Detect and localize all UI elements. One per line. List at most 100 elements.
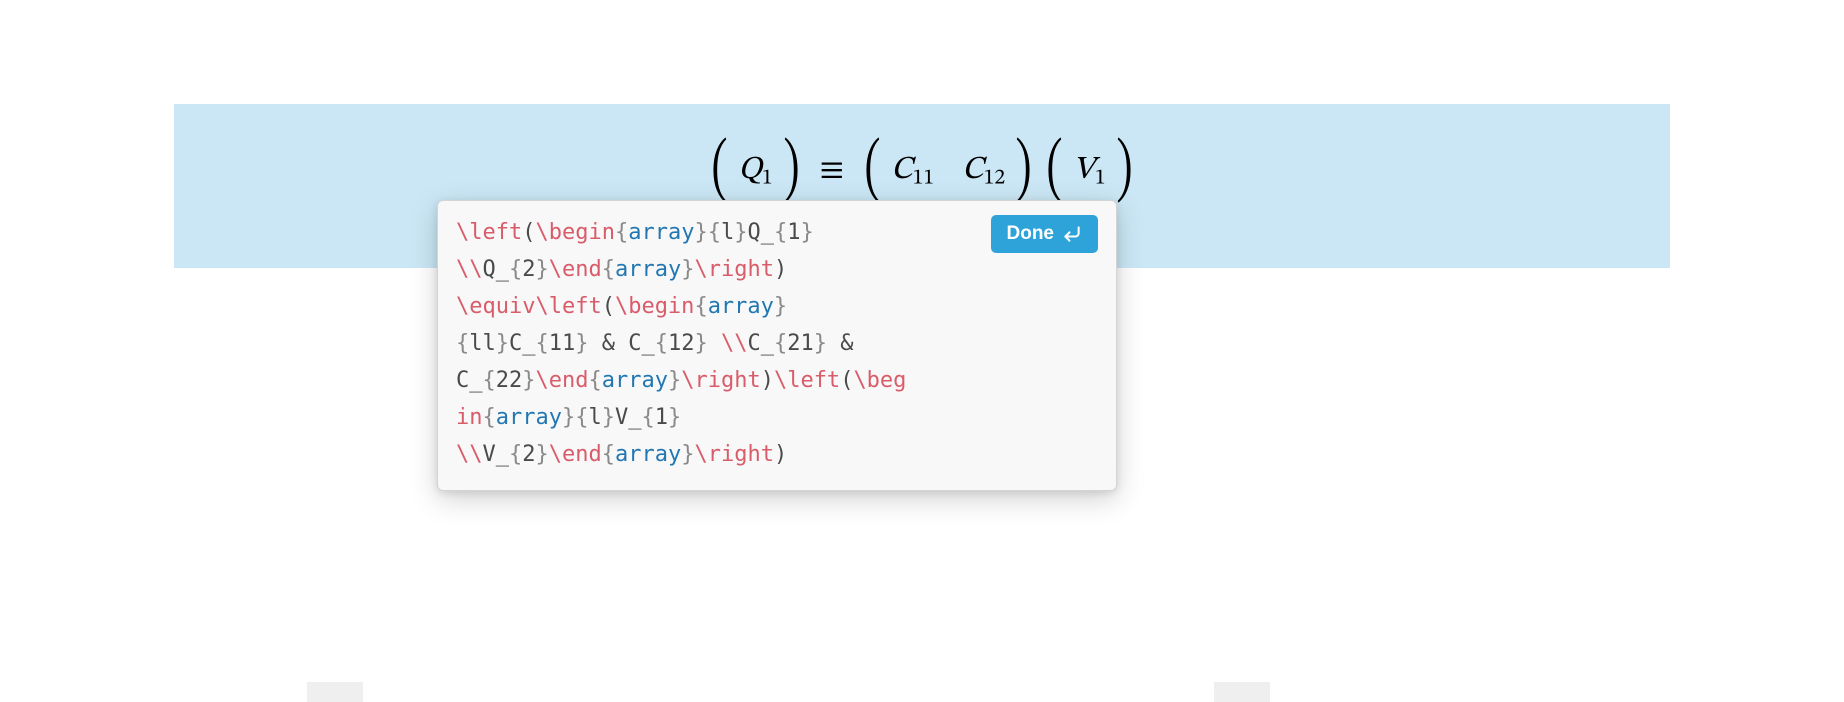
- latex-token: }: [814, 331, 827, 356]
- latex-token: ): [774, 257, 787, 282]
- latex-token: Q_: [747, 220, 774, 245]
- latex-token: [708, 331, 721, 356]
- latex-token: \left: [456, 220, 522, 245]
- latex-line: \equiv\left(\begin{array}: [456, 289, 958, 326]
- latex-token: {: [509, 442, 522, 467]
- equation-cell: V1: [1073, 150, 1106, 193]
- equation-cell: Q1: [738, 150, 772, 193]
- latex-token: }: [602, 405, 615, 430]
- latex-token: & C_: [589, 331, 655, 356]
- latex-token: C_: [456, 368, 483, 393]
- done-button[interactable]: Done: [991, 215, 1099, 253]
- latex-token: \left: [774, 368, 840, 393]
- latex-line: in{array}{l}V_{1}: [456, 400, 958, 437]
- latex-token: array: [496, 405, 562, 430]
- latex-token: array: [708, 294, 774, 319]
- latex-token: \beg: [853, 368, 906, 393]
- latex-token: {: [774, 220, 787, 245]
- latex-token: }{: [694, 220, 721, 245]
- equation-cell: C11: [891, 150, 934, 193]
- latex-token: }: [694, 331, 707, 356]
- latex-line: \\Q_{2}\end{array}\right): [456, 252, 958, 289]
- latex-token: {: [588, 368, 601, 393]
- latex-token: array: [615, 442, 681, 467]
- done-button-label: Done: [1007, 223, 1055, 245]
- return-icon: [1062, 224, 1082, 244]
- latex-token: \right: [681, 368, 760, 393]
- latex-line: C_{22}\end{array}\right)\left(\beg: [456, 363, 958, 400]
- latex-token: \end: [549, 442, 602, 467]
- latex-token: }: [496, 331, 509, 356]
- latex-token: 2: [522, 442, 535, 467]
- latex-token: {: [483, 368, 496, 393]
- latex-token: {: [655, 331, 668, 356]
- latex-token: 12: [668, 331, 695, 356]
- latex-token: (: [522, 220, 535, 245]
- latex-token: (: [602, 294, 615, 319]
- latex-token: \begin: [615, 294, 694, 319]
- latex-token: Q_: [483, 257, 510, 282]
- latex-source-input[interactable]: \left(\begin{array}{l}Q_{1}\\Q_{2}\end{a…: [456, 215, 1098, 474]
- latex-token: array: [615, 257, 681, 282]
- latex-token: \end: [536, 368, 589, 393]
- latex-token: &: [827, 331, 854, 356]
- paren-right-icon: ): [1016, 140, 1032, 203]
- latex-token: {: [536, 331, 549, 356]
- latex-token: {: [615, 220, 628, 245]
- latex-token: }: [668, 368, 681, 393]
- latex-token: }: [774, 294, 787, 319]
- latex-token: l: [588, 405, 601, 430]
- latex-token: \right: [694, 442, 773, 467]
- latex-line: \left(\begin{array}{l}Q_{1}: [456, 215, 958, 252]
- latex-token: }: [734, 220, 747, 245]
- latex-token: }: [681, 257, 694, 282]
- latex-token: \begin: [535, 220, 614, 245]
- latex-token: {: [641, 405, 654, 430]
- latex-token: {: [483, 405, 496, 430]
- latex-token: {: [602, 442, 615, 467]
- latex-token: \equiv\left: [456, 294, 602, 319]
- latex-token: 1: [787, 220, 800, 245]
- latex-token: 21: [787, 331, 814, 356]
- paren-right-icon: ): [783, 140, 799, 203]
- latex-token: 11: [549, 331, 576, 356]
- latex-token: 2: [522, 257, 535, 282]
- paren-left-icon: (: [865, 140, 881, 203]
- latex-token: \\: [456, 257, 483, 282]
- latex-token: ll: [469, 331, 496, 356]
- latex-token: }: [800, 220, 813, 245]
- latex-token: }: [536, 442, 549, 467]
- latex-token: \right: [694, 257, 773, 282]
- latex-token: }: [681, 442, 694, 467]
- latex-token: V_: [483, 442, 510, 467]
- latex-token: \\: [456, 442, 483, 467]
- latex-token: C_: [747, 331, 774, 356]
- latex-token: {: [602, 257, 615, 282]
- latex-line: {ll}C_{11} & C_{12} \\C_{21} &: [456, 326, 958, 363]
- latex-token: }{: [562, 405, 589, 430]
- latex-token: }: [575, 331, 588, 356]
- latex-token: C_: [509, 331, 536, 356]
- rendered-equation: ( Q1 ) ≡ ( C11 C12 ) ( V1 ): [0, 140, 1844, 203]
- latex-token: (: [840, 368, 853, 393]
- latex-token: ): [761, 368, 774, 393]
- paren-left-icon: (: [712, 140, 728, 203]
- latex-token: array: [628, 220, 694, 245]
- latex-line: \\V_{2}\end{array}\right): [456, 437, 958, 474]
- latex-token: \end: [549, 257, 602, 282]
- latex-token: 22: [496, 368, 523, 393]
- latex-token: 1: [655, 405, 668, 430]
- latex-token: l: [721, 220, 734, 245]
- latex-token: V_: [615, 405, 642, 430]
- latex-token: }: [536, 257, 549, 282]
- margin-handle-left[interactable]: [307, 682, 363, 702]
- latex-token: {: [509, 257, 522, 282]
- paren-left-icon: (: [1047, 140, 1063, 203]
- latex-token: }: [522, 368, 535, 393]
- bottom-gutter: [0, 662, 1844, 702]
- latex-editor-popover: Done \left(\begin{array}{l}Q_{1}\\Q_{2}\…: [437, 200, 1117, 491]
- equiv-symbol: ≡: [820, 150, 844, 193]
- equation-cell: C12: [962, 150, 1005, 193]
- paren-right-icon: ): [1116, 140, 1132, 203]
- margin-handle-right[interactable]: [1214, 682, 1270, 702]
